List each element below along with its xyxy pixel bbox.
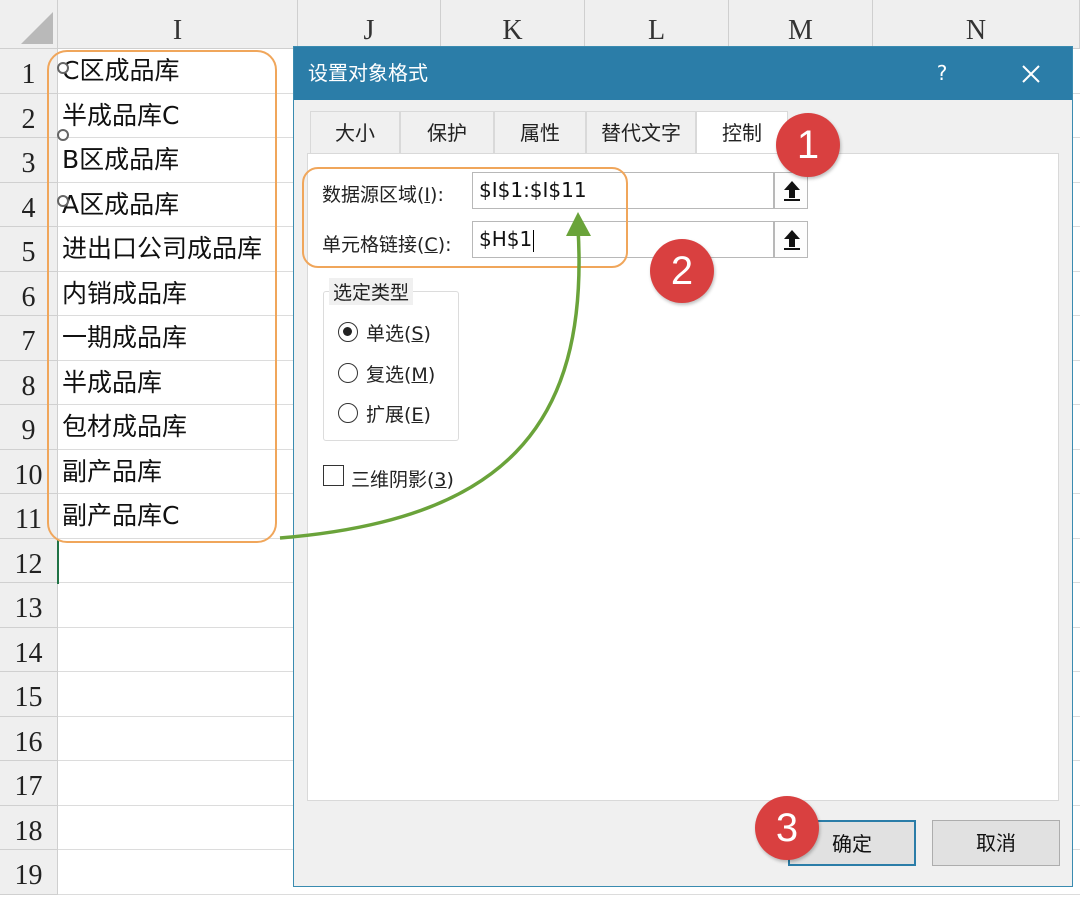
step-badge-1: 1: [776, 113, 840, 177]
step-badge-2: 2: [650, 239, 714, 303]
arrow-icon: [279, 212, 591, 540]
step-badge-3: 3: [755, 796, 819, 860]
